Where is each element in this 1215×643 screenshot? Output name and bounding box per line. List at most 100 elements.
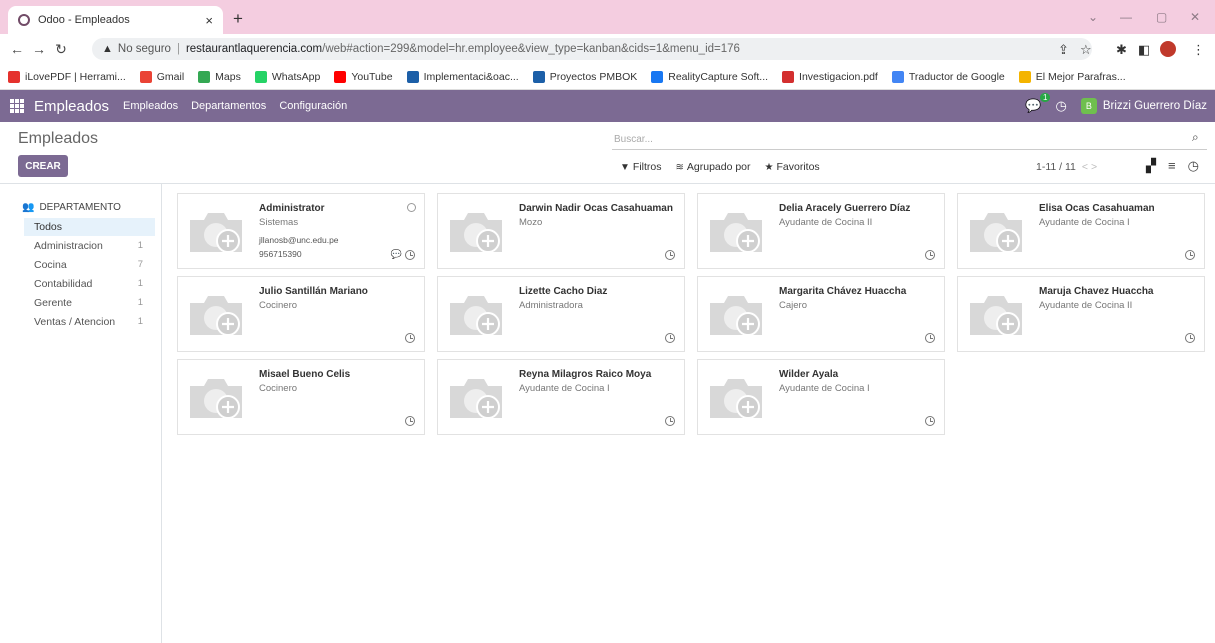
app-name[interactable]: Empleados [34, 98, 109, 115]
employee-card[interactable]: Julio Santillán Mariano Cocinero [177, 276, 425, 352]
favorites-button[interactable]: ★ Favoritos [765, 161, 820, 173]
pager: 1-11 / 11 < > [1036, 161, 1097, 173]
bookmark-icon [406, 70, 419, 83]
sidebar-item-ventas-atencion[interactable]: Ventas / Atencion 1 [0, 313, 155, 331]
bookmark-item[interactable]: El Mejor Parafras... [1018, 70, 1126, 83]
employee-card[interactable]: Maruja Chavez Huaccha Ayudante de Cocina … [957, 276, 1205, 352]
employee-job-title: Ayudante de Cocina II [1039, 300, 1133, 311]
reload-icon[interactable]: ↻ [50, 41, 72, 58]
tab-search-icon[interactable]: ⌄ [1088, 10, 1098, 24]
employee-card[interactable]: Administrator Sistemas jllanosb@unc.edu.pe… [177, 193, 425, 269]
bookmark-item[interactable]: YouTube [334, 70, 393, 83]
extensions-icon[interactable]: ✱ [1116, 42, 1127, 58]
restore-icon[interactable]: ▢ [1156, 10, 1167, 24]
employee-photo-placeholder-icon [968, 208, 1024, 254]
employee-job-title: Mozo [519, 217, 543, 228]
sidebar-item-label: Cocina [34, 259, 67, 271]
activity-clock-icon[interactable] [665, 416, 675, 426]
employee-card[interactable]: Darwin Nadir Ocas Casahuaman Mozo [437, 193, 685, 269]
bookmark-item[interactable]: iLovePDF | Herrami... [8, 70, 126, 83]
activity-clock-icon[interactable] [925, 416, 935, 426]
bookmark-item[interactable]: Maps [198, 70, 241, 83]
menu-empleados[interactable]: Empleados [123, 100, 178, 112]
bookmark-label: RealityCapture Soft... [668, 70, 769, 83]
bookmark-icon [532, 70, 545, 83]
sidebar-item-gerente[interactable]: Gerente 1 [0, 294, 155, 312]
bookmark-item[interactable]: Proyectos PMBOK [532, 70, 637, 83]
sidebar-item-count: 7 [137, 259, 143, 270]
employee-card[interactable]: Lizette Cacho Diaz Administradora [437, 276, 685, 352]
chat-icon[interactable]: 💬 [391, 249, 402, 260]
employee-card[interactable]: Misael Bueno Celis Cocinero [177, 359, 425, 435]
activity-clock-icon[interactable] [1185, 333, 1195, 343]
bookmark-item[interactable]: Investigacion.pdf [782, 70, 878, 83]
employee-card[interactable]: Wilder Ayala Ayudante de Cocina I [697, 359, 945, 435]
bookmark-star-icon[interactable]: ☆ [1080, 42, 1092, 58]
sidebar-item-label: Administracion [34, 240, 103, 252]
employee-card[interactable]: Delia Aracely Guerrero Díaz Ayudante de C… [697, 193, 945, 269]
employee-phone: 956715390 [259, 249, 302, 259]
messaging-icon[interactable]: 💬 1 [1025, 93, 1051, 114]
bookmark-icon [651, 70, 664, 83]
sidebar-item-contabilidad[interactable]: Contabilidad 1 [0, 275, 155, 293]
apps-menu-icon[interactable] [10, 99, 24, 113]
filters-button[interactable]: ▼ Filtros [620, 161, 662, 173]
profile-avatar-icon[interactable] [1160, 41, 1176, 57]
menu-configuracion[interactable]: Configuración [279, 100, 347, 112]
bookmark-icon [891, 70, 904, 83]
window-close-icon[interactable]: ✕ [1190, 10, 1200, 24]
list-view-icon[interactable]: ≡ [1168, 158, 1176, 174]
activity-clock-icon[interactable] [405, 250, 415, 260]
sidebar-item-label: Todos [34, 221, 63, 233]
bookmark-item[interactable]: RealityCapture Soft... [651, 70, 769, 83]
menu-departamentos[interactable]: Departamentos [191, 100, 266, 112]
employee-job-title: Administradora [519, 300, 583, 311]
employee-job-title: Cocinero [259, 383, 298, 394]
sidebar-item-administracion[interactable]: Administracion 1 [0, 237, 155, 255]
bookmark-item[interactable]: Gmail [139, 70, 184, 83]
new-tab-button[interactable]: + [233, 9, 243, 29]
employee-name: Delia Aracely Guerrero Díaz [779, 203, 911, 214]
bookmark-item[interactable]: WhatsApp [254, 70, 320, 83]
activity-clock-icon[interactable] [925, 333, 935, 343]
activity-clock-icon[interactable] [405, 333, 415, 343]
kanban-view-icon[interactable]: ▞ [1146, 158, 1156, 174]
back-icon[interactable]: ← [6, 41, 28, 57]
bookmark-icon [782, 70, 795, 83]
user-avatar[interactable]: B [1080, 98, 1097, 114]
activity-clock-icon[interactable] [1185, 250, 1195, 260]
create-button[interactable]: CREAR [18, 155, 68, 177]
search-input[interactable]: Buscar... [612, 128, 1207, 150]
activity-clock-icon[interactable] [925, 250, 935, 260]
groupby-button[interactable]: ≋ Agrupado por [676, 161, 751, 173]
presence-status-icon [407, 203, 416, 212]
employee-card[interactable]: Elisa Ocas Casahuaman Ayudante de Cocina … [957, 193, 1205, 269]
activity-clock-icon[interactable] [405, 416, 415, 426]
activity-view-icon[interactable]: ◷ [1188, 158, 1199, 174]
url-field[interactable]: ▲ No seguro | restaurantlaquerencia.com … [92, 38, 1092, 60]
bookmark-item[interactable]: Implementaci&oac... [406, 70, 519, 83]
employee-card[interactable]: Reyna Milagros Raico Moya Ayudante de Coc… [437, 359, 685, 435]
tab-close-icon[interactable]: × [205, 13, 213, 28]
browser-menu-icon[interactable]: ⋮ [1192, 42, 1205, 58]
browser-tab[interactable]: Odoo - Empleados × [8, 6, 223, 34]
minimize-icon[interactable]: — [1120, 10, 1132, 24]
activity-clock-icon[interactable]: ◷ [1055, 98, 1066, 114]
pager-value[interactable]: 1-11 / 11 [1036, 161, 1076, 173]
sidebar-heading: 👥 DEPARTAMENTO [22, 202, 121, 213]
url-host: restaurantlaquerencia.com [185, 43, 323, 55]
search-icon[interactable]: ⌕ [1192, 130, 1211, 145]
bookmark-icon [1018, 70, 1031, 83]
pager-arrows-icon[interactable]: < > [1082, 161, 1097, 173]
side-panel-icon[interactable]: ◧ [1138, 42, 1150, 58]
activity-clock-icon[interactable] [665, 333, 675, 343]
forward-icon[interactable]: → [28, 41, 50, 57]
bookmark-item[interactable]: Traductor de Google [891, 70, 1005, 83]
share-icon[interactable]: ⇪ [1058, 42, 1069, 58]
sidebar-item-todos[interactable]: Todos [24, 218, 155, 236]
user-name[interactable]: Brizzi Guerrero Díaz [1103, 100, 1207, 112]
tab-title: Odoo - Empleados [38, 14, 130, 26]
sidebar-item-cocina[interactable]: Cocina 7 [0, 256, 155, 274]
activity-clock-icon[interactable] [665, 250, 675, 260]
employee-card[interactable]: Margarita Chávez Huaccha Cajero [697, 276, 945, 352]
